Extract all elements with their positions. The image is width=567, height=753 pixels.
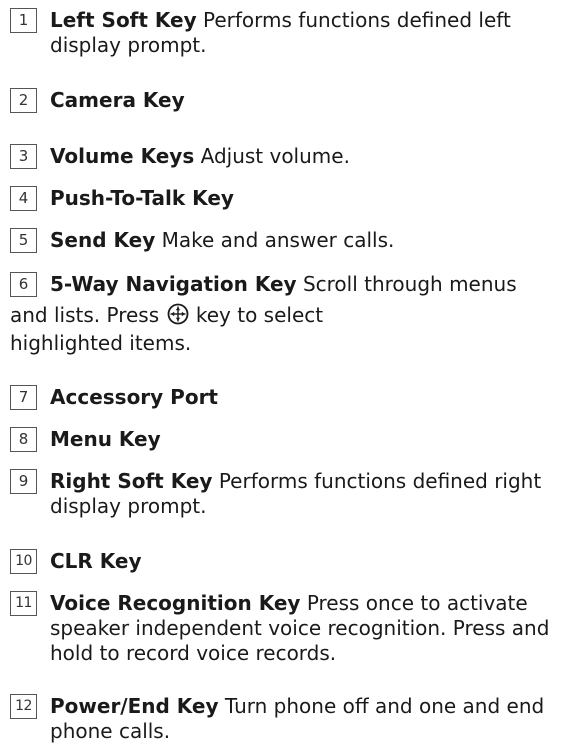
item-description-continued: key to select <box>195 303 324 327</box>
list-item: 9 Right Soft Key Performs functions defi… <box>10 469 560 519</box>
item-description: Scroll through menus <box>302 272 517 296</box>
item-description-continued: speaker independent voice recognition. P… <box>50 616 550 640</box>
item-description-continued: hold to record voice records. <box>50 641 337 665</box>
item-term: Volume Keys <box>50 144 195 168</box>
item-description: Performs functions defined left <box>203 8 511 32</box>
list-item: 10 CLR Key <box>10 549 560 574</box>
list-item: 4 Push-To-Talk Key <box>10 186 560 211</box>
item-number: 2 <box>10 88 37 113</box>
list-item: 5 Send Key Make and answer calls. <box>10 228 560 253</box>
item-number: 11 <box>10 591 37 616</box>
item-description: Adjust volume. <box>200 144 350 168</box>
item-description: Make and answer calls. <box>161 228 395 252</box>
item-number: 3 <box>10 144 37 169</box>
item-term: Send Key <box>50 228 156 252</box>
list-item: 6 5-Way Navigation Key Scroll through me… <box>10 272 560 356</box>
item-term: Power/End Key <box>50 694 219 718</box>
item-number: 12 <box>10 694 37 719</box>
list-item: 2 Camera Key <box>10 88 560 113</box>
item-description-continued: phone calls. <box>50 719 171 743</box>
item-term: 5-Way Navigation Key <box>50 272 297 296</box>
item-term: Left Soft Key <box>50 8 197 32</box>
list-item: 1 Left Soft Key Performs functions defin… <box>10 8 560 58</box>
list-item: 12 Power/End Key Turn phone off and one … <box>10 694 560 744</box>
item-number: 4 <box>10 186 37 211</box>
list-item: 7 Accessory Port <box>10 385 560 410</box>
item-term: Right Soft Key <box>50 469 213 493</box>
list-item: 11 Voice Recognition Key Press once to a… <box>10 591 560 666</box>
item-number: 5 <box>10 228 37 253</box>
item-number: 6 <box>10 272 37 297</box>
item-term: Camera Key <box>50 88 185 112</box>
item-description: Turn phone off and one and end <box>224 694 545 718</box>
list-item: 8 Menu Key <box>10 427 560 452</box>
item-number: 7 <box>10 385 37 410</box>
item-description-continued: and lists. Press <box>10 303 160 327</box>
item-description: Performs functions defined right <box>218 469 542 493</box>
item-number: 8 <box>10 427 37 452</box>
item-term: Accessory Port <box>50 385 218 409</box>
item-term: Voice Recognition Key <box>50 591 301 615</box>
item-description: Press once to activate <box>306 591 528 615</box>
item-description-continued: highlighted items. <box>10 331 192 355</box>
item-term: Menu Key <box>50 427 161 451</box>
item-number: 9 <box>10 469 37 494</box>
navigation-key-icon <box>167 303 189 331</box>
item-term: Push-To-Talk Key <box>50 186 234 210</box>
item-number: 10 <box>10 549 37 574</box>
item-number: 1 <box>10 8 37 33</box>
item-description-continued: display prompt. <box>50 33 207 57</box>
list-item: 3 Volume Keys Adjust volume. <box>10 144 560 169</box>
item-term: CLR Key <box>50 549 142 573</box>
item-description-continued: display prompt. <box>50 494 207 518</box>
